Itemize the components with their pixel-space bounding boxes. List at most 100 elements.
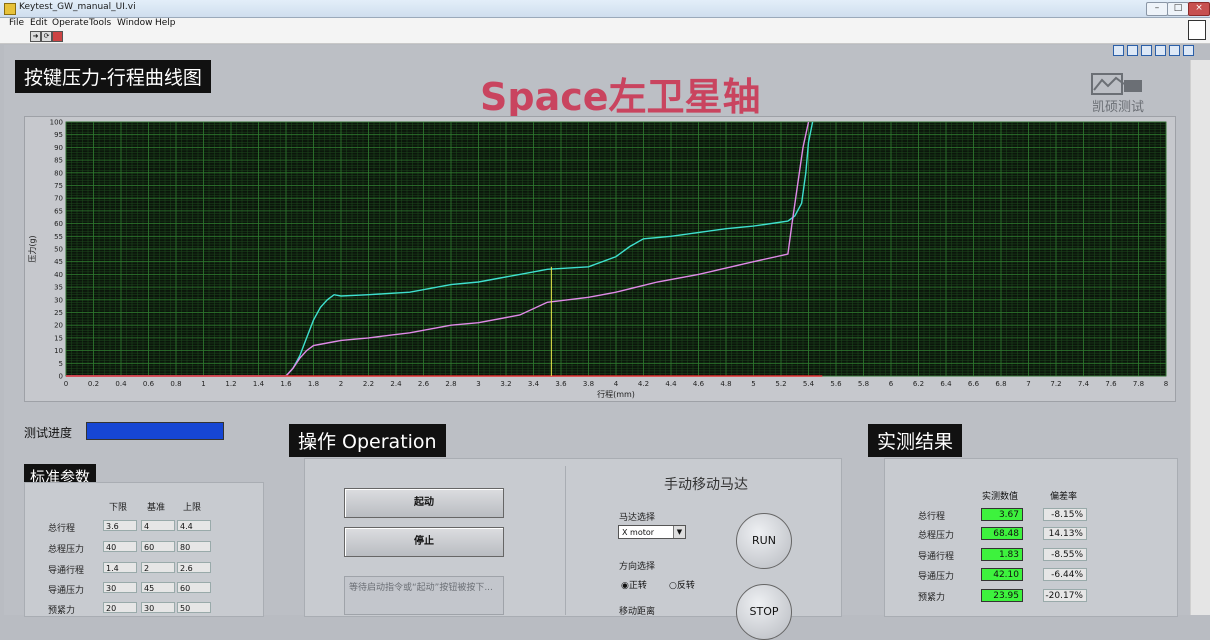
- y-tick-label: 10: [54, 347, 63, 355]
- x-tick-label: 6.4: [940, 380, 952, 388]
- x-tick-label: 4.2: [638, 380, 649, 388]
- start-button[interactable]: 起动: [344, 488, 504, 518]
- results-col-dev: 偏差率: [1050, 492, 1078, 502]
- param-value-field[interactable]: 80: [177, 541, 211, 552]
- result-row-label: 总程压力: [918, 531, 955, 541]
- result-value-indicator: 1.83: [981, 548, 1023, 561]
- tool-icon-4[interactable]: [1155, 45, 1166, 56]
- y-tick-label: 30: [54, 296, 63, 304]
- param-value-field[interactable]: 50: [177, 602, 211, 613]
- param-value-field[interactable]: 30: [103, 582, 137, 593]
- run-continuous-icon[interactable]: ⟳: [41, 31, 52, 42]
- x-tick-label: 1.2: [225, 380, 236, 388]
- x-tick-label: 1.8: [308, 380, 319, 388]
- param-value-field[interactable]: 60: [177, 582, 211, 593]
- param-value-field[interactable]: 40: [103, 541, 137, 552]
- param-value-field[interactable]: 60: [141, 541, 175, 552]
- param-value-field[interactable]: 1.4: [103, 562, 137, 573]
- status-message: 等待启动指令或“起动”按钮被按下...: [344, 576, 504, 615]
- x-tick-label: 1: [201, 380, 205, 388]
- x-tick-label: 7.8: [1133, 380, 1144, 388]
- x-tick-label: 7: [1026, 380, 1030, 388]
- run-button[interactable]: RUN: [736, 513, 792, 569]
- tool-icon-5[interactable]: [1169, 45, 1180, 56]
- x-tick-label: 5.8: [858, 380, 869, 388]
- menu-edit[interactable]: Edit: [30, 18, 47, 28]
- x-tick-label: 0.2: [88, 380, 99, 388]
- window-titlebar: Keytest_GW_manual_UI.vi – □ ×: [0, 0, 1210, 18]
- result-deviation-indicator: -6.44%: [1043, 568, 1087, 581]
- result-deviation-indicator: -8.55%: [1043, 548, 1087, 561]
- result-row-label: 预紧力: [918, 593, 946, 603]
- result-value-indicator: 23.95: [981, 589, 1023, 602]
- x-tick-label: 0.8: [170, 380, 181, 388]
- tool-icon-2[interactable]: [1127, 45, 1138, 56]
- param-value-field[interactable]: 4.4: [177, 520, 211, 531]
- x-tick-label: 4: [614, 380, 619, 388]
- panel-icon-bar: [1113, 45, 1197, 57]
- menu-tools[interactable]: Tools: [89, 18, 111, 28]
- dir-reverse-label: 反转: [676, 581, 695, 591]
- vertical-scrollbar[interactable]: [1190, 60, 1210, 615]
- y-tick-label: 65: [54, 207, 63, 215]
- results-col-value: 实测数值: [982, 492, 1019, 502]
- vi-connector-icon: [1188, 20, 1206, 40]
- y-tick-label: 75: [54, 182, 63, 190]
- result-row-label: 导通行程: [918, 552, 955, 562]
- chevron-down-icon[interactable]: ▼: [673, 526, 685, 538]
- direction-label: 方向选择: [619, 562, 656, 572]
- tool-icon-1[interactable]: [1113, 45, 1124, 56]
- y-tick-label: 85: [54, 157, 63, 165]
- param-value-field[interactable]: 30: [141, 602, 175, 613]
- maximize-icon[interactable]: □: [1167, 2, 1189, 16]
- y-tick-label: 50: [54, 246, 63, 254]
- menu-window[interactable]: Window: [117, 18, 153, 28]
- motor-select[interactable]: X motor ▼: [618, 525, 686, 539]
- result-deviation-indicator: 14.13%: [1043, 527, 1087, 540]
- radio-unchecked-icon: ○: [669, 581, 677, 591]
- minimize-icon[interactable]: –: [1146, 2, 1168, 16]
- result-value-indicator: 3.67: [981, 508, 1023, 521]
- x-tick-label: 7.4: [1078, 380, 1090, 388]
- result-value-indicator: 42.10: [981, 568, 1023, 581]
- pencil-icon[interactable]: [1141, 45, 1152, 56]
- param-value-field[interactable]: 45: [141, 582, 175, 593]
- dir-reverse-radio[interactable]: ○反转: [669, 578, 695, 591]
- gear-icon[interactable]: [1183, 45, 1194, 56]
- x-tick-label: 2.2: [363, 380, 374, 388]
- stop-round-button[interactable]: STOP: [736, 584, 792, 640]
- abort-icon[interactable]: [52, 31, 63, 42]
- param-header-upper: 上限: [182, 503, 201, 513]
- run-arrow-icon[interactable]: ➜: [30, 31, 41, 42]
- dir-forward-label: 正转: [628, 581, 647, 591]
- page-title: Space左卫星轴: [480, 75, 761, 119]
- param-value-field[interactable]: 2: [141, 562, 175, 573]
- param-value-field[interactable]: 2.6: [177, 562, 211, 573]
- motor-select-label: 马达选择: [619, 513, 656, 523]
- y-tick-label: 70: [54, 195, 63, 203]
- param-header-base: 基准: [146, 503, 165, 513]
- x-tick-label: 2: [339, 380, 343, 388]
- menu-help[interactable]: Help: [155, 18, 176, 28]
- vi-toolbar: ➜ ⟳: [0, 30, 1210, 44]
- menu-file[interactable]: File: [9, 18, 24, 28]
- y-tick-label: 90: [54, 144, 63, 152]
- menu-operate[interactable]: Operate: [52, 18, 89, 28]
- param-value-field[interactable]: 20: [103, 602, 137, 613]
- x-tick-label: 4.6: [693, 380, 705, 388]
- progress-fill: [87, 423, 223, 439]
- result-deviation-indicator: -8.15%: [1043, 508, 1087, 521]
- x-tick-label: 7.2: [1050, 380, 1061, 388]
- close-icon[interactable]: ×: [1188, 2, 1210, 16]
- x-tick-label: 6.8: [995, 380, 1006, 388]
- x-tick-label: 4.8: [720, 380, 731, 388]
- distance-label: 移动距离: [619, 607, 656, 617]
- param-value-field[interactable]: 4: [141, 520, 175, 531]
- x-tick-label: 6.2: [913, 380, 924, 388]
- stop-button[interactable]: 停止: [344, 527, 504, 557]
- dir-forward-radio[interactable]: ◉正转: [621, 578, 647, 591]
- param-value-field[interactable]: 3.6: [103, 520, 137, 531]
- y-tick-label: 35: [54, 284, 63, 292]
- pressure-stroke-chart: 0 0.2 0.4 0.6 0.8 1 1.2 1.4 1.6 1.8 2 2.2 2.4 2.6 2.8 3…: [24, 116, 1176, 402]
- x-tick-label: 3.2: [500, 380, 511, 388]
